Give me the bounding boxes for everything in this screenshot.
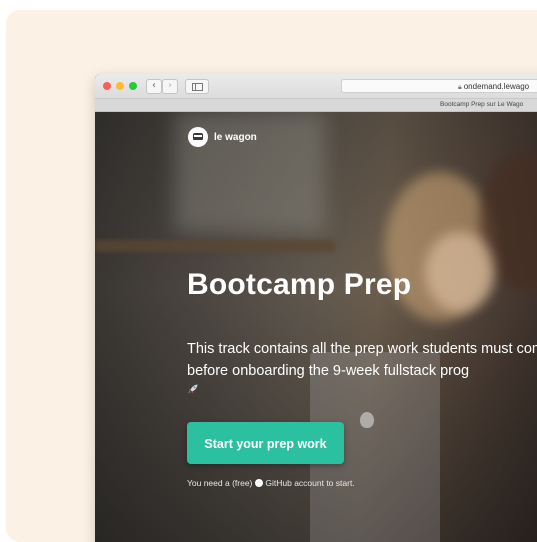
hero-description: This track contains all the prep work st… [187, 341, 537, 379]
hint-prefix: You need a (free) [187, 478, 253, 488]
web-page: le wagon Bootcamp Prep This track contai… [95, 112, 537, 542]
address-bar[interactable]: 🔒︎ ondemand.lewago [341, 79, 537, 93]
github-hint: You need a (free) GitHub account to star… [187, 478, 355, 488]
page-title: Bootcamp Prep [187, 268, 412, 301]
close-window-button[interactable] [103, 82, 111, 90]
le-wagon-logo-icon [188, 127, 208, 147]
sidebar-toggle-button[interactable] [185, 79, 209, 94]
start-prep-button[interactable]: Start your prep work [187, 422, 344, 464]
background-photo-shelf [95, 240, 335, 252]
zoom-window-button[interactable] [129, 82, 137, 90]
forward-button[interactable]: › [162, 79, 178, 94]
browser-toolbar: ‹ › 🔒︎ ondemand.lewago [95, 74, 537, 99]
tab-active[interactable]: Bootcamp Prep sur Le Wago [440, 99, 523, 111]
github-icon [255, 479, 264, 487]
apple-logo-icon [360, 412, 374, 428]
hint-suffix: GitHub account to start. [265, 478, 355, 488]
minimize-window-button[interactable] [116, 82, 124, 90]
address-bar-url: ondemand.lewago [463, 82, 530, 91]
browser-window: ‹ › 🔒︎ ondemand.lewago Bootcamp Prep sur … [95, 74, 537, 542]
lock-icon: 🔒︎ [458, 84, 462, 91]
rocket-icon [188, 384, 198, 394]
preview-card: ‹ › 🔒︎ ondemand.lewago Bootcamp Prep sur … [6, 10, 537, 542]
background-photo-face [425, 232, 495, 312]
site-logo[interactable]: le wagon [188, 127, 257, 147]
back-button[interactable]: ‹ [146, 79, 162, 94]
logo-text: le wagon [214, 131, 257, 143]
sidebar-icon [191, 83, 203, 91]
tab-bar: Bootcamp Prep sur Le Wago [95, 99, 537, 112]
